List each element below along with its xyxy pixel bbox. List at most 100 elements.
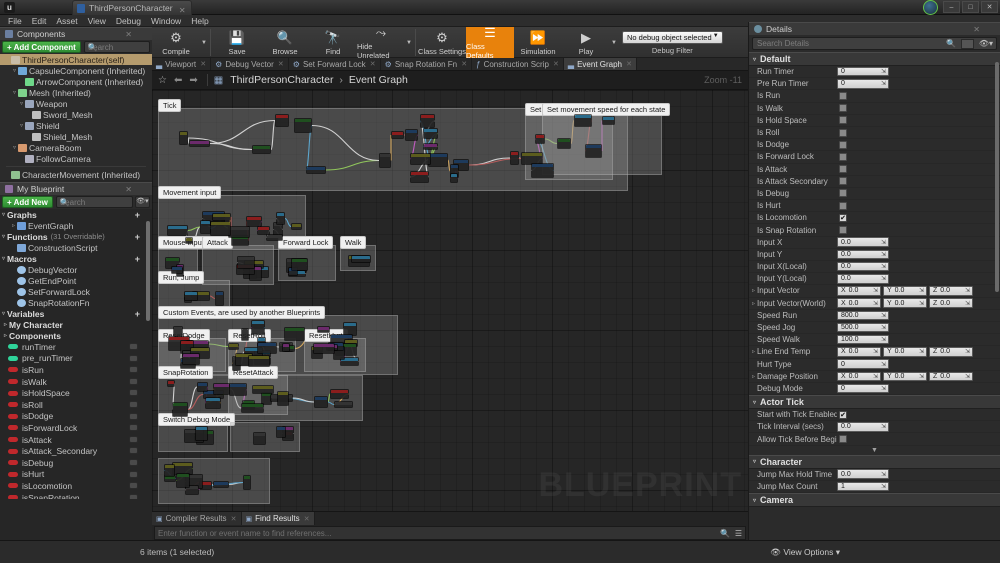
- minimize-button[interactable]: –: [943, 1, 960, 13]
- menu-item-window[interactable]: Window: [146, 15, 186, 27]
- spinner-icon[interactable]: ⇲: [873, 348, 878, 355]
- checkbox-is-attack-secondary[interactable]: [839, 177, 847, 185]
- graph-node[interactable]: [241, 328, 249, 341]
- graph-node[interactable]: [212, 213, 231, 221]
- component-tree-row[interactable]: ▿CameraBoom: [0, 142, 152, 153]
- variable-visibility-toggle[interactable]: [129, 471, 138, 478]
- input-input-y-local-[interactable]: 0.0⇲: [837, 274, 889, 284]
- graph-comment-title[interactable]: Tick: [158, 99, 181, 112]
- graph-node[interactable]: [410, 153, 431, 165]
- myblueprint-search-input[interactable]: Search 🔍: [56, 196, 133, 208]
- input-input-vector-world--x[interactable]: X0.0⇲: [837, 298, 881, 308]
- graph-node[interactable]: [229, 383, 247, 396]
- spinner-icon[interactable]: ⇲: [965, 348, 970, 355]
- input-hurt-type[interactable]: 0⇲: [837, 359, 889, 369]
- browse-button[interactable]: 🔍Browse: [261, 27, 309, 58]
- menu-item-file[interactable]: File: [3, 15, 27, 27]
- spinner-icon[interactable]: ⇲: [881, 483, 886, 490]
- graph-node[interactable]: [557, 138, 571, 149]
- spinner-icon[interactable]: ⇲: [881, 68, 886, 75]
- spinner-icon[interactable]: ⇲: [965, 373, 970, 380]
- graph-node[interactable]: [420, 114, 435, 128]
- find-results-input[interactable]: Enter function or event name to find ref…: [154, 526, 746, 540]
- graph-node[interactable]: [197, 382, 208, 392]
- graph-node[interactable]: [334, 401, 353, 408]
- expand-arrow-icon[interactable]: ▿: [753, 399, 756, 406]
- favorite-star-icon[interactable]: ☆: [158, 75, 167, 86]
- variable-visibility-toggle[interactable]: [129, 482, 138, 489]
- graph-node[interactable]: [574, 114, 592, 127]
- spinner-icon[interactable]: ⇲: [881, 471, 886, 478]
- component-tree-row[interactable]: ThirdPersonCharacter(self): [0, 54, 152, 65]
- tab-debug-vector[interactable]: ⚙Debug Vector✕: [211, 58, 289, 70]
- graph-node[interactable]: [248, 355, 270, 367]
- variable-visibility-toggle[interactable]: [129, 355, 138, 362]
- back-arrow-icon[interactable]: ⬅: [174, 75, 182, 86]
- tab-compiler-results[interactable]: ▣Compiler Results✕: [152, 512, 242, 525]
- graph-node[interactable]: [213, 383, 230, 395]
- checkbox-start-with-tick-enabled[interactable]: ✔: [839, 411, 847, 419]
- input-line-end-temp-z[interactable]: Z0.0⇲: [929, 347, 973, 357]
- spinner-icon[interactable]: ⇲: [881, 239, 886, 246]
- input-line-end-temp-y[interactable]: Y0.0⇲: [883, 347, 927, 357]
- graph-node[interactable]: [391, 131, 404, 139]
- details-category-camera[interactable]: ▿Camera: [749, 493, 1000, 507]
- spinner-icon[interactable]: ⇲: [881, 361, 886, 368]
- myblueprint-scrollbar[interactable]: [146, 221, 150, 321]
- expand-arrow-icon[interactable]: ▹: [2, 321, 9, 328]
- myblueprint-section-macros[interactable]: ▿Macros+: [0, 253, 152, 264]
- expand-arrow-icon[interactable]: ▿: [18, 100, 25, 107]
- graph-node[interactable]: [277, 391, 289, 406]
- column-layout-icon[interactable]: [961, 39, 974, 49]
- details-scrollbar[interactable]: [995, 62, 999, 292]
- expand-advanced-button[interactable]: ▼: [749, 446, 1000, 455]
- components-search-input[interactable]: Search 🔍: [84, 41, 150, 53]
- checkbox-is-dodge[interactable]: [839, 141, 847, 149]
- myblueprint-item[interactable]: GetEndPoint: [0, 275, 152, 286]
- graph-node[interactable]: [284, 327, 305, 341]
- graph-node[interactable]: [184, 291, 198, 301]
- checkbox-allow-tick-before-begin-play[interactable]: [839, 435, 847, 443]
- graph-comment-title[interactable]: Forward Lock: [278, 236, 333, 249]
- variable-visibility-toggle[interactable]: [129, 343, 138, 350]
- graph-node[interactable]: [314, 396, 328, 408]
- add-new-button[interactable]: + Add New: [2, 196, 53, 208]
- checkbox-is-hold-space[interactable]: [839, 116, 847, 124]
- view-options-eye-icon[interactable]: 👁▾: [979, 39, 993, 48]
- tab-viewport[interactable]: ▃Viewport✕: [152, 58, 211, 70]
- checkbox-is-roll[interactable]: [839, 129, 847, 137]
- expand-arrow-icon[interactable]: ▹: [752, 287, 755, 294]
- myblueprint-section-functions[interactable]: ▿Functions (31 Overridable)+: [0, 231, 152, 242]
- spinner-icon[interactable]: ⇲: [881, 275, 886, 282]
- expand-arrow-icon[interactable]: ▹: [752, 373, 755, 380]
- variable-row[interactable]: runTimer: [0, 341, 152, 353]
- input-damage-position-x[interactable]: X0.0⇲: [837, 372, 881, 382]
- input-input-x-local-[interactable]: 0.0⇲: [837, 262, 889, 272]
- add-component-button[interactable]: + Add Component: [2, 41, 81, 53]
- graph-node[interactable]: [585, 144, 602, 158]
- spinner-icon[interactable]: ⇲: [881, 312, 886, 319]
- find-button[interactable]: 🔭Find: [309, 27, 357, 58]
- graph-node[interactable]: [351, 255, 371, 263]
- class-defaults-button[interactable]: ☰Class Defaults: [466, 27, 514, 58]
- graph-node[interactable]: [291, 223, 302, 230]
- input-debug-mode[interactable]: 0⇲: [837, 384, 889, 394]
- expand-arrow-icon[interactable]: ▿: [11, 67, 18, 74]
- myblueprint-item[interactable]: SnapRotationFn: [0, 297, 152, 308]
- expand-arrow-icon[interactable]: ▿: [0, 310, 7, 317]
- myblueprint-section-graphs[interactable]: ▿Graphs+: [0, 209, 152, 220]
- variable-visibility-toggle[interactable]: [129, 401, 138, 408]
- details-search-input[interactable]: Search Details 🔍 👁▾: [752, 37, 997, 50]
- details-panel-tab[interactable]: Details ✕: [749, 22, 1000, 35]
- graph-node[interactable]: [257, 342, 277, 354]
- checkbox-is-walk[interactable]: [839, 104, 847, 112]
- spinner-icon[interactable]: ⇲: [965, 300, 970, 307]
- input-tick-interval-secs-[interactable]: 0.0⇲: [837, 422, 889, 432]
- myblueprint-section-variables[interactable]: ▿Variables+: [0, 308, 152, 319]
- maximize-button[interactable]: □: [962, 1, 979, 13]
- checkbox-is-attack[interactable]: [839, 165, 847, 173]
- graph-node[interactable]: [205, 397, 221, 409]
- spinner-icon[interactable]: ⇲: [919, 287, 924, 294]
- play-button[interactable]: ▶Play: [562, 27, 610, 58]
- input-input-vector-world--z[interactable]: Z0.0⇲: [929, 298, 973, 308]
